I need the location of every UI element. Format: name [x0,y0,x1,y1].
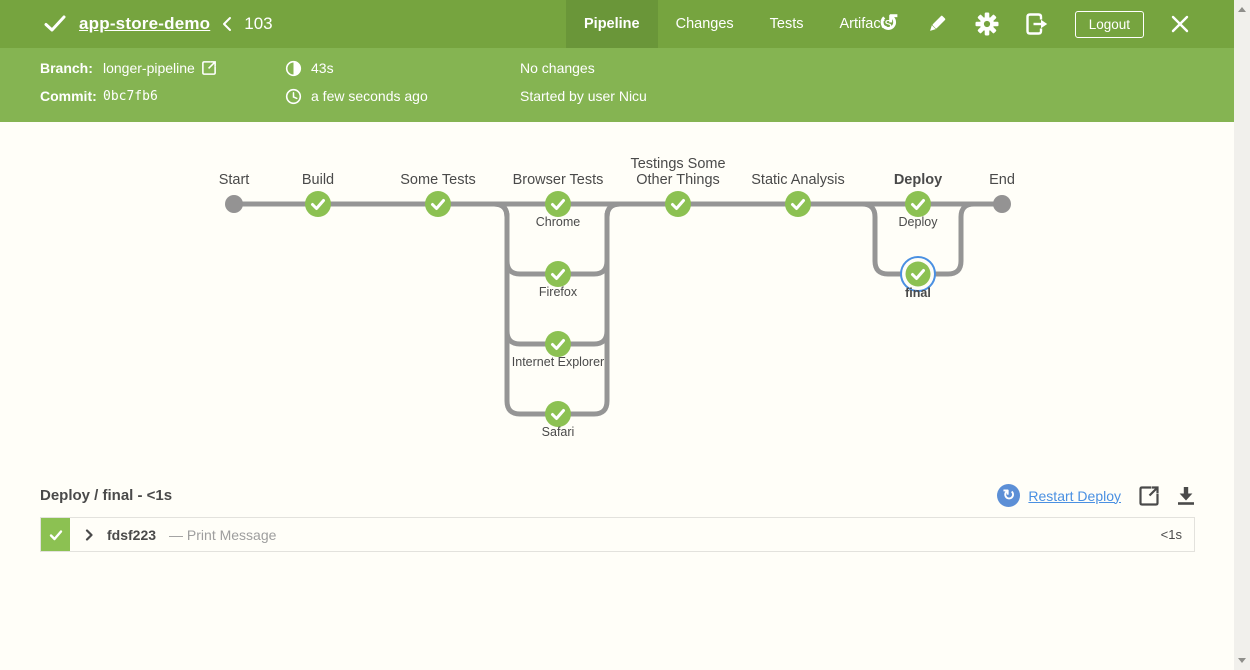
commit-value: 0bc7fb6 [103,89,158,104]
step-description: — Print Message [169,527,276,543]
open-external-icon[interactable] [1139,486,1159,506]
graph-node-some-tests[interactable] [425,191,451,217]
graph-node-deploy[interactable] [905,191,931,217]
graph-node-firefox[interactable] [545,261,571,287]
header-actions: ↺ [879,0,1190,48]
stage-label-build: Build [302,172,334,188]
branch-label-internet-explorer: Internet Explorer [512,355,604,369]
run-details-bar: Branch: longer-pipeline Commit: 0bc7fb6 [0,48,1234,122]
graph-node-end[interactable] [993,195,1011,213]
graph-node-testings-some-other-things[interactable] [665,191,691,217]
changes-text: No changes [520,60,595,76]
started-by-text: Started by user Nicu [520,88,647,104]
restart-deploy-icon: ↻ [997,484,1020,507]
selected-step-title: Deploy / final - <1s [40,487,172,504]
graph-edges [234,204,1002,414]
commit-label: Commit: [40,88,103,104]
restart-deploy-label: Restart Deploy [1028,488,1121,504]
external-link-icon [202,61,216,75]
graph-node-internet-explorer[interactable] [545,331,571,357]
settings-gear-icon[interactable] [975,12,999,36]
duration-value: 43s [311,60,334,76]
branch-label-chrome: Chrome [536,215,581,229]
stage-label-some-tests: Some Tests [400,172,476,188]
pipeline-name-link[interactable]: app-store-demo [79,14,210,34]
logout-button[interactable]: Logout [1075,11,1144,38]
graph-node-build[interactable] [305,191,331,217]
branch-label-safari: Safari [542,425,575,439]
edit-pencil-icon[interactable] [925,12,949,36]
step-detail-section: Deploy / final - <1s ↻ Restart Deploy [40,470,1195,552]
logout-exit-icon[interactable] [1025,12,1049,36]
branch-commit-column: Branch: longer-pipeline Commit: 0bc7fb6 [40,56,285,112]
step-row[interactable]: fdsf223 — Print Message <1s [40,517,1195,552]
time-column: 43s a few seconds ago [285,56,520,112]
status-check-icon [42,11,68,37]
graph-node-chrome[interactable] [545,191,571,217]
run-number: 103 [244,14,272,34]
pipeline-graph: Start Build Some Tests Browser Tests Tes… [0,122,1234,470]
top-bar: app-store-demo 103 Pipeline Changes Test… [0,0,1234,48]
scrollbar-down-arrow[interactable] [1238,658,1246,663]
cause-column: No changes Started by user Nicu [520,56,1234,112]
stage-label-start: Start [219,172,250,188]
breadcrumb: app-store-demo 103 [42,0,273,48]
clock-icon [285,88,302,105]
branch-value: longer-pipeline [103,60,195,76]
page: app-store-demo 103 Pipeline Changes Test… [0,0,1234,552]
tab-tests[interactable]: Tests [752,0,822,48]
branch-label-final: final [905,286,931,300]
tab-pipeline[interactable]: Pipeline [566,0,658,48]
scrollbar-up-arrow[interactable] [1238,7,1246,12]
stage-label-end: End [989,172,1015,188]
expand-chevron-icon[interactable] [84,529,94,541]
stage-label-deploy: Deploy [894,172,942,188]
close-icon[interactable] [1170,14,1190,34]
branch-link[interactable]: longer-pipeline [103,60,216,76]
graph-node-start[interactable] [225,195,243,213]
stage-label-browser-tests: Browser Tests [513,172,604,188]
rerun-icon[interactable]: ↺ [879,12,899,36]
scrollbar-track[interactable] [1234,0,1250,670]
detail-actions: ↻ Restart Deploy [997,484,1195,507]
download-log-icon[interactable] [1177,487,1195,505]
restart-deploy-link[interactable]: ↻ Restart Deploy [997,484,1121,507]
graph-node-safari[interactable] [545,401,571,427]
tab-bar: Pipeline Changes Tests Artifacts [566,0,910,48]
duration-icon [285,60,302,77]
branch-label-deploy: Deploy [899,215,939,229]
stage-label-static-analysis: Static Analysis [751,172,845,188]
time-ago-value: a few seconds ago [311,88,428,104]
step-status-success [41,518,70,551]
chevron-left-icon [221,15,233,33]
stage-label-testings-line2: Other Things [636,172,720,188]
stage-label-testings-line1: Testings Some [630,156,725,172]
graph-node-static-analysis[interactable] [785,191,811,217]
branch-label-firefox: Firefox [539,285,578,299]
tab-changes[interactable]: Changes [658,0,752,48]
branch-label: Branch: [40,60,103,76]
step-id: fdsf223 [107,527,156,543]
step-duration: <1s [1161,518,1194,551]
